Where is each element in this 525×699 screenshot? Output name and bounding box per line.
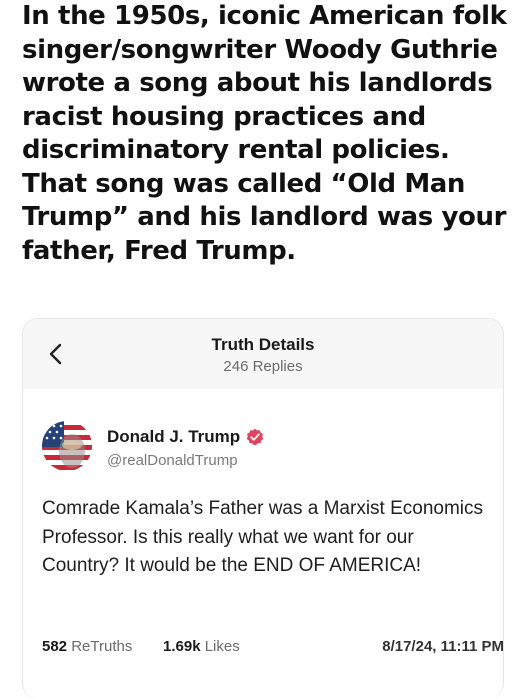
card-header: Truth Details 246 Replies — [23, 319, 503, 389]
likes-count: 1.69k — [163, 638, 201, 655]
retruths-label: ReTruths — [71, 638, 133, 655]
author-handle[interactable]: @realDonaldTrump — [107, 452, 238, 469]
verified-badge-icon — [246, 428, 264, 445]
flag-avatar-image — [42, 421, 92, 471]
retruths-stat[interactable]: 582 ReTruths — [42, 638, 132, 655]
author-name-text: Donald J. Trump — [107, 427, 241, 446]
post-stats: 582 ReTruths 1.69k Likes 8/17/24, 11:11 … — [42, 638, 504, 660]
author-name[interactable]: Donald J. Trump — [107, 427, 264, 447]
post-text: Comrade Kamala’s Father was a Marxist Ec… — [42, 498, 484, 576]
header-title: Truth Details — [211, 335, 315, 354]
avatar[interactable] — [42, 421, 92, 471]
replies-count: 246 Replies — [223, 358, 303, 375]
headline-text: In the 1950s, iconic American folk singe… — [22, 1, 507, 266]
likes-stat[interactable]: 1.69k Likes — [163, 638, 240, 655]
likes-label: Likes — [204, 638, 240, 655]
truth-details-card: Truth Details 246 Replies Donald J. Trum… — [22, 318, 504, 699]
retruths-count: 582 — [42, 638, 68, 655]
post-timestamp: 8/17/24, 11:11 PM — [382, 638, 504, 655]
